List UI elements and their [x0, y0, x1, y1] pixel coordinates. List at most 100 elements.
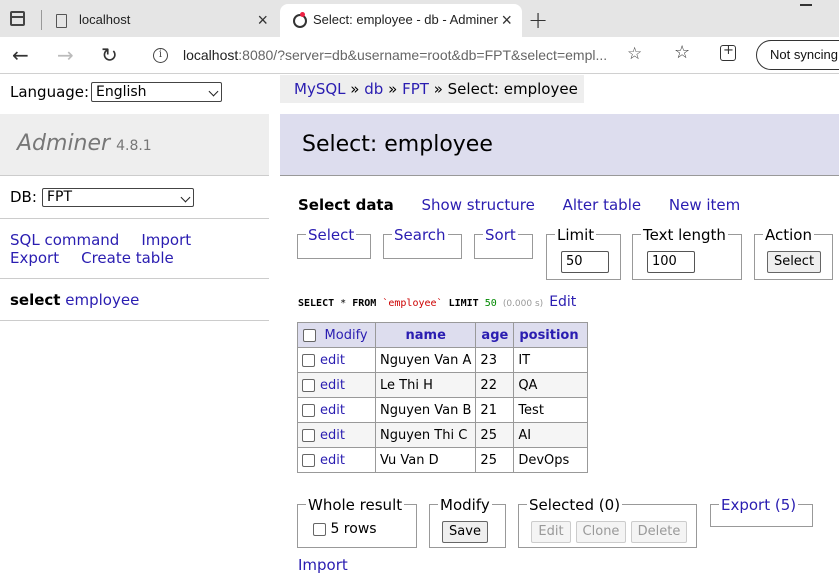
collections-icon[interactable] [720, 43, 736, 61]
row-edit-link[interactable]: edit [320, 353, 345, 368]
column-header-position[interactable]: position [513, 322, 589, 348]
select-button[interactable]: Select [767, 251, 821, 273]
save-button[interactable]: Save [442, 521, 488, 543]
whole-result-checkbox[interactable] [313, 522, 326, 536]
reload-icon[interactable]: ↻ [101, 43, 118, 67]
cell-position[interactable]: Test [513, 397, 589, 423]
delete-button[interactable]: Delete [631, 521, 687, 543]
breadcrumb-fpt[interactable]: FPT [402, 80, 429, 98]
chevron-down-icon [208, 86, 219, 97]
action-label: Action [763, 226, 814, 244]
row-checkbox[interactable] [302, 428, 315, 442]
cell-age[interactable]: 22 [475, 372, 515, 398]
page-icon [56, 14, 67, 28]
tab-alter-table[interactable]: Alter table [563, 196, 641, 214]
sort-toggle[interactable]: Sort [483, 226, 518, 244]
row-checkbox[interactable] [302, 378, 315, 392]
row-edit-link[interactable]: edit [320, 378, 345, 393]
export-link[interactable]: Export [10, 249, 59, 267]
table-structure-link[interactable]: employee [65, 291, 139, 309]
tab-show-structure[interactable]: Show structure [422, 196, 535, 214]
edit-selected-button[interactable]: Edit [531, 521, 571, 543]
breadcrumb-mysql[interactable]: MySQL [294, 80, 346, 98]
breadcrumb-db[interactable]: db [364, 80, 383, 98]
sql-star: * [340, 298, 347, 309]
whole-result-label: Whole result [306, 496, 405, 514]
app-name[interactable]: Adminer [17, 131, 110, 156]
cell-name[interactable]: Nguyen Van A [374, 347, 477, 373]
clone-button[interactable]: Clone [576, 521, 626, 543]
tab-actions-icon[interactable] [10, 11, 25, 26]
modify-label: Modify [438, 496, 492, 514]
sql-edit-link[interactable]: Edit [549, 294, 576, 310]
info-icon[interactable]: i [153, 48, 168, 63]
tab-select-data[interactable]: Select data [298, 196, 394, 214]
address-bar[interactable]: i localhost:8080/?server=db&username=roo… [140, 40, 657, 71]
column-header-age[interactable]: age [475, 322, 515, 348]
divider [0, 320, 269, 321]
row-checkbox[interactable] [302, 453, 315, 467]
import-link[interactable]: Import [298, 556, 348, 574]
cell-position[interactable]: QA [513, 372, 589, 398]
favorites-icon[interactable]: ☆ [674, 42, 690, 63]
rows-count: 5 rows [330, 521, 377, 537]
row-checkbox[interactable] [302, 353, 315, 367]
db-select[interactable]: FPT [42, 188, 194, 207]
tab-new-item[interactable]: New item [669, 196, 740, 214]
select-fieldset: Select [297, 226, 371, 259]
cell-name[interactable]: Nguyen Van B [374, 397, 477, 423]
url-host: localhost [183, 47, 239, 63]
cell-age[interactable]: 23 [475, 347, 515, 373]
search-toggle[interactable]: Search [392, 226, 448, 244]
cell-position[interactable]: IT [513, 347, 589, 373]
text-length-input[interactable]: 100 [647, 251, 695, 273]
cell-name[interactable]: Le Thi H [374, 372, 477, 398]
language-select[interactable]: English [91, 82, 222, 102]
query-time: (0.000 s) [502, 299, 544, 309]
cell-name[interactable]: Nguyen Thi C [374, 422, 477, 448]
url-path: :8080/?server=db&username=root&db=FPT&se… [238, 47, 608, 63]
sync-button[interactable]: Not syncing [756, 40, 839, 70]
limit-input[interactable]: 50 [561, 251, 609, 273]
sql-keyword: FROM [352, 298, 377, 309]
row-edit-link[interactable]: edit [320, 403, 345, 418]
export-link[interactable]: Export (5) [719, 496, 799, 514]
row-actions: edit [297, 372, 376, 398]
cell-name[interactable]: Vu Van D [374, 447, 477, 473]
modify-fieldset: Modify Save [429, 496, 506, 548]
sidebar: Language: English Adminer 4.8.1 DB: FPT S… [0, 75, 269, 577]
select-table-link[interactable]: select [10, 291, 60, 309]
row-actions: edit [297, 347, 376, 373]
cell-age[interactable]: 25 [475, 422, 515, 448]
limit-fieldset: Limit 50 [546, 226, 621, 280]
browser-tab-localhost[interactable]: localhost × [46, 4, 278, 37]
modify-link[interactable]: Modify [325, 328, 368, 343]
sql-command-link[interactable]: SQL command [10, 231, 119, 249]
cell-age[interactable]: 25 [475, 447, 515, 473]
logo-box: Adminer 4.8.1 [0, 114, 269, 176]
row-edit-link[interactable]: edit [320, 453, 345, 468]
close-tab-icon[interactable]: × [257, 10, 268, 31]
close-tab-icon[interactable]: × [501, 10, 512, 31]
cell-age[interactable]: 21 [475, 397, 515, 423]
add-favorite-star-icon[interactable]: ☆ [627, 44, 642, 64]
create-table-link[interactable]: Create table [81, 249, 174, 267]
adminer-logo[interactable]: Adminer 4.8.1 [17, 131, 152, 156]
action-fieldset: Action Select [754, 226, 833, 280]
new-tab-icon[interactable]: + [528, 6, 548, 34]
column-header-name[interactable]: name [374, 322, 477, 348]
row-checkbox[interactable] [302, 403, 315, 417]
minimize-icon[interactable] [800, 4, 812, 6]
row-edit-link[interactable]: edit [320, 428, 345, 443]
select-toggle[interactable]: Select [306, 226, 357, 244]
select-all-checkbox[interactable] [303, 328, 316, 342]
import-link[interactable]: Import [141, 231, 191, 249]
cell-position[interactable]: AI [513, 422, 589, 448]
cell-position[interactable]: DevOps [513, 447, 589, 473]
back-arrow-icon[interactable]: ← [12, 43, 29, 67]
adminer-page: Language: English Adminer 4.8.1 DB: FPT S… [0, 75, 839, 577]
forward-arrow-icon[interactable]: → [57, 43, 74, 67]
browser-tab-adminer[interactable]: Select: employee - db - Adminer × [280, 4, 522, 37]
language-label: Language: [10, 83, 90, 101]
url-text[interactable]: localhost:8080/?server=db&username=root&… [183, 47, 607, 63]
